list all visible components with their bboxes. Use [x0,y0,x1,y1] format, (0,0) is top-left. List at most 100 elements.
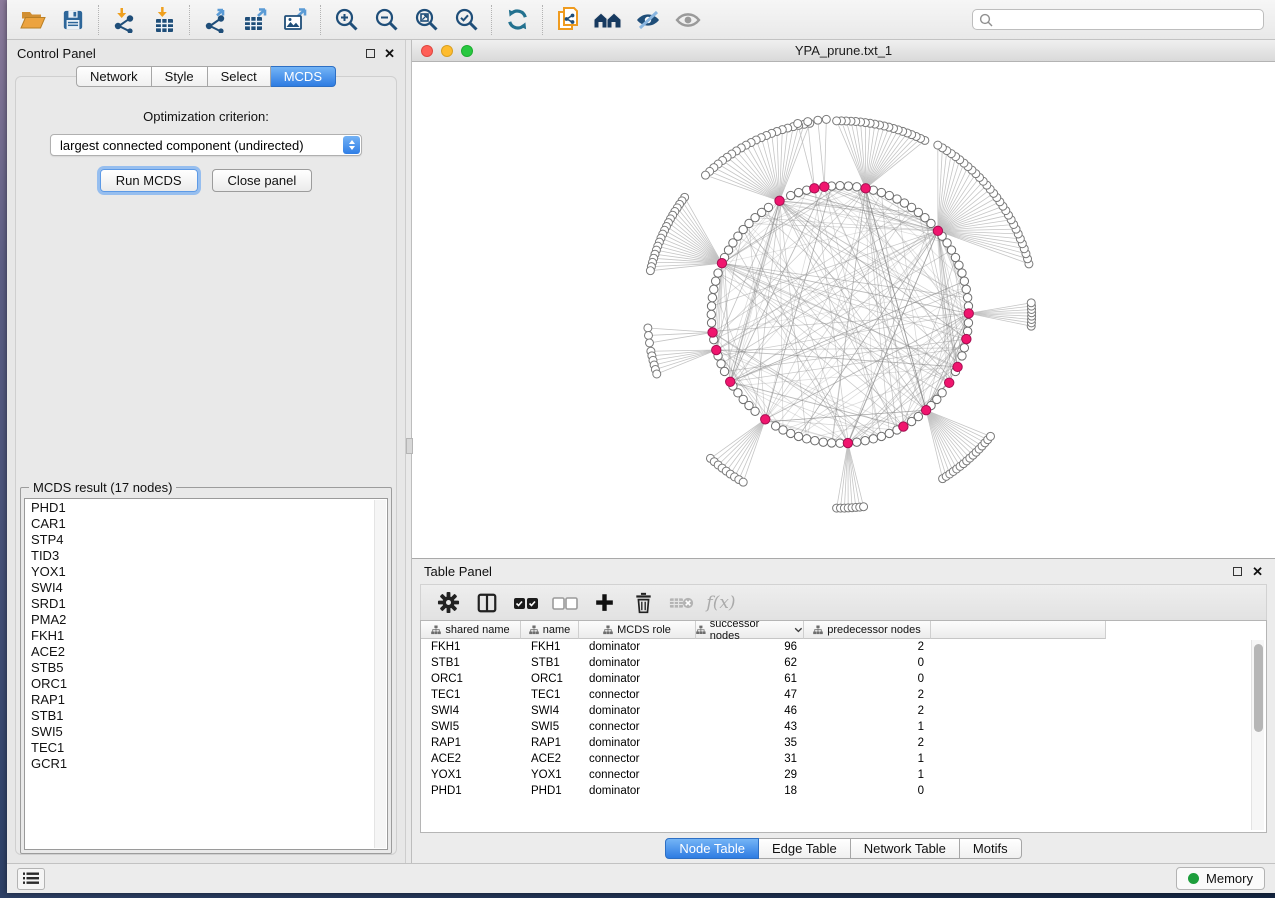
mcds-result-item[interactable]: YOX1 [31,564,387,580]
network-node[interactable] [708,294,716,302]
mcds-hub-node[interactable] [712,345,721,354]
column-header-shared-name[interactable]: shared name [421,621,521,639]
table-row[interactable]: ACE2ACE2connector311 [421,751,1266,767]
tab-mcds[interactable]: MCDS [271,66,336,87]
memory-button[interactable]: Memory [1176,867,1265,890]
mcds-result-item[interactable]: SWI5 [31,724,387,740]
save-session-button[interactable] [53,3,93,37]
deselect-all-button[interactable] [550,589,580,617]
table-row[interactable]: RAP1RAP1dominator352 [421,735,1266,751]
close-panel-button[interactable]: Close panel [212,169,313,192]
network-node[interactable] [646,267,654,275]
open-session-button[interactable] [13,3,53,37]
float-table-panel-icon[interactable] [1233,567,1242,576]
mcds-result-item[interactable]: TID3 [31,548,387,564]
network-node[interactable] [645,331,653,339]
result-list-scrollbar[interactable] [374,500,386,848]
network-node[interactable] [802,435,810,443]
tab-network[interactable]: Network [76,66,152,87]
export-network-button[interactable] [195,3,235,37]
network-node[interactable] [833,117,841,125]
network-node[interactable] [814,116,822,124]
mcds-result-item[interactable]: TEC1 [31,740,387,756]
network-node[interactable] [645,339,653,347]
show-columns-button[interactable] [472,589,502,617]
table-row[interactable]: SWI4SWI4dominator462 [421,703,1266,719]
function-builder-button[interactable]: f(x) [706,589,736,617]
network-node[interactable] [711,277,719,285]
network-node[interactable] [885,429,893,437]
network-node[interactable] [720,367,728,375]
network-node[interactable] [914,412,922,420]
network-node[interactable] [963,294,971,302]
network-node[interactable] [714,269,722,277]
network-node[interactable] [827,439,835,447]
export-table-button[interactable] [235,3,275,37]
network-node[interactable] [707,310,715,318]
network-node[interactable] [1027,299,1035,307]
zoom-fit-button[interactable] [406,3,446,37]
mcds-hub-node[interactable] [708,328,717,337]
table-row[interactable]: TEC1TEC1connector472 [421,687,1266,703]
network-node[interactable] [701,171,709,179]
column-header-name[interactable]: name [521,621,579,639]
mcds-result-item[interactable]: CAR1 [31,516,387,532]
mcds-result-item[interactable]: SWI4 [31,580,387,596]
mcds-hub-node[interactable] [717,259,726,268]
network-node[interactable] [794,119,802,127]
mcds-result-item[interactable]: STB1 [31,708,387,724]
float-panel-icon[interactable] [366,49,375,58]
search-input[interactable] [972,9,1264,30]
table-scrollbar-thumb[interactable] [1254,644,1263,732]
network-view[interactable] [412,62,1275,558]
network-node[interactable] [861,437,869,445]
network-node[interactable] [707,319,715,327]
run-mcds-button[interactable]: Run MCDS [100,169,198,192]
network-node[interactable] [960,277,968,285]
network-node[interactable] [836,182,844,190]
mcds-result-item[interactable]: ACE2 [31,644,387,660]
network-node[interactable] [787,429,795,437]
mcds-hub-node[interactable] [810,184,819,193]
network-node[interactable] [779,426,787,434]
mcds-hub-node[interactable] [944,378,953,387]
add-column-button[interactable] [589,589,619,617]
network-node[interactable] [893,195,901,203]
table-row[interactable]: ORC1ORC1dominator610 [421,671,1266,687]
zoom-out-button[interactable] [366,3,406,37]
network-node[interactable] [644,324,652,332]
network-node[interactable] [710,285,718,293]
optimization-criterion-select[interactable]: largest connected component (undirected) [50,134,362,156]
mcds-result-item[interactable]: ORC1 [31,676,387,692]
select-all-button[interactable] [511,589,541,617]
mcds-result-item[interactable]: STB5 [31,660,387,676]
network-node[interactable] [877,432,885,440]
table-tab-node-table[interactable]: Node Table [665,838,759,859]
mcds-result-item[interactable]: PHD1 [31,500,387,516]
mcds-hub-node[interactable] [933,226,942,235]
column-header-predecessor-nodes[interactable]: predecessor nodes [804,621,931,639]
mcds-result-item[interactable]: SRD1 [31,596,387,612]
table-row[interactable]: FKH1FKH1dominator962 [421,639,1266,655]
network-node[interactable] [885,191,893,199]
network-node[interactable] [717,360,725,368]
network-node[interactable] [739,478,747,486]
network-node[interactable] [869,435,877,443]
network-node[interactable] [987,432,995,440]
mcds-hub-node[interactable] [775,196,784,205]
first-neighbors-button[interactable] [588,3,628,37]
table-tab-motifs[interactable]: Motifs [960,838,1022,859]
mcds-hub-node[interactable] [964,309,973,318]
close-panel-icon[interactable]: ✕ [384,47,395,60]
delete-table-button[interactable] [667,589,697,617]
zoom-selected-button[interactable] [446,3,486,37]
table-row[interactable]: SWI5SWI5connector431 [421,719,1266,735]
mcds-hub-node[interactable] [953,362,962,371]
mcds-result-item[interactable]: PMA2 [31,612,387,628]
task-history-button[interactable] [17,868,45,890]
column-header-MCDS-role[interactable]: MCDS role [579,621,696,639]
table-settings-button[interactable] [433,589,463,617]
network-node[interactable] [964,319,972,327]
table-row[interactable]: PHD1PHD1dominator180 [421,783,1266,799]
network-node[interactable] [853,438,861,446]
